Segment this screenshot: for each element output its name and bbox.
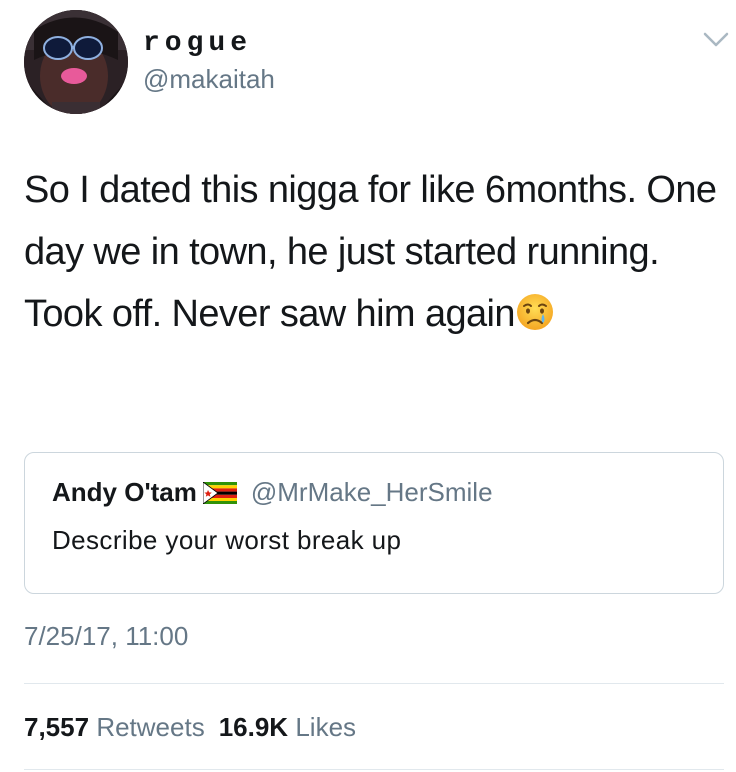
tweet-timestamp[interactable]: 7/25/17, 11:00 [24,621,188,651]
retweets-stat[interactable]: 7,557 Retweets [24,712,205,742]
quoted-author-name: Andy O'tam [52,477,197,507]
tweet-body: So I dated this nigga for like 6months. … [24,159,724,345]
quoted-tweet[interactable]: Andy O'tam @MrMake_HerSmile Describe you… [24,452,724,594]
likes-stat[interactable]: 16.9K Likes [219,712,356,742]
divider [24,769,724,770]
zimbabwe-flag-icon [202,480,237,505]
likes-label: Likes [295,712,357,742]
tweet-card: rogue @makaitah So I dated this nigga fo… [0,0,736,772]
chevron-down-icon[interactable] [703,31,729,49]
tweet-text: So I dated this nigga for like 6months. … [24,169,717,335]
divider [24,683,724,684]
quoted-author-handle: @MrMake_HerSmile [250,477,493,507]
avatar[interactable] [24,10,128,114]
quoted-tweet-header: Andy O'tam @MrMake_HerSmile [52,477,493,507]
likes-count: 16.9K [218,712,289,742]
author-handle[interactable]: @makaitah [143,64,275,94]
quoted-tweet-text: Describe your worst break up [52,525,402,555]
crying-face-icon [515,289,555,330]
retweets-count: 7,557 [24,712,90,742]
retweets-label: Retweets [96,712,205,742]
tweet-stats: 7,557 Retweets 16.9K Likes [24,712,356,742]
author-display-name[interactable]: rogue [143,29,252,59]
